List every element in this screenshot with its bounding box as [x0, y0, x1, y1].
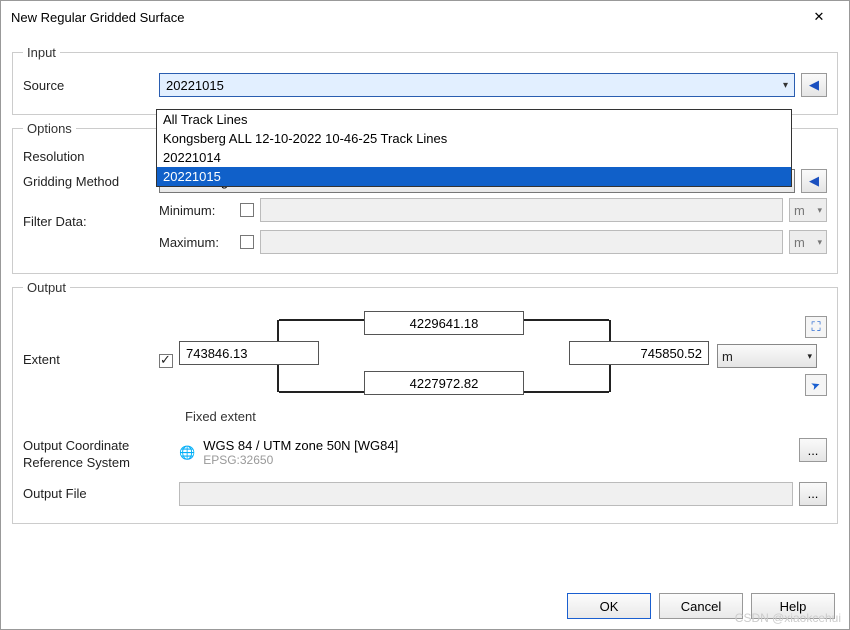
- extent-south-input[interactable]: 4227972.82: [364, 371, 524, 395]
- dropdown-arrow-icon: ▾: [807, 351, 812, 362]
- dropdown-item-selected[interactable]: 20221015: [157, 167, 791, 186]
- extent-unit-combo[interactable]: m ▾: [717, 344, 817, 368]
- extent-north-input[interactable]: 4229641.18: [364, 311, 524, 335]
- unit-label: m: [794, 203, 805, 218]
- crs-code: EPSG:32650: [203, 453, 398, 467]
- max-unit-combo[interactable]: m ▾: [789, 230, 827, 254]
- extent-west-input[interactable]: 743846.13: [179, 341, 319, 365]
- filter-min-row: Filter Data: Minimum: m ▾ Maximum:: [23, 198, 827, 254]
- crs-label-line1: Output Coordinate: [23, 438, 173, 455]
- dropdown-arrow-icon: ▾: [817, 237, 822, 248]
- dots-icon: ...: [808, 486, 819, 501]
- close-button[interactable]: ✕: [799, 2, 839, 32]
- extent-checkbox[interactable]: [159, 354, 173, 368]
- source-picker-button[interactable]: ◀: [801, 73, 827, 97]
- close-icon: ✕: [814, 9, 825, 25]
- source-value: 20221015: [166, 78, 224, 93]
- max-input[interactable]: [260, 230, 783, 254]
- window-title: New Regular Gridded Surface: [11, 10, 799, 25]
- output-legend: Output: [23, 280, 70, 295]
- min-input[interactable]: [260, 198, 783, 222]
- output-file-label: Output File: [23, 486, 173, 501]
- max-checkbox[interactable]: [240, 235, 254, 249]
- max-label: Maximum:: [159, 235, 234, 250]
- dropdown-arrow-icon: ▾: [817, 205, 822, 216]
- help-button[interactable]: Help: [751, 593, 835, 619]
- crs-value-block: 🌐 WGS 84 / UTM zone 50N [WG84] EPSG:3265…: [179, 438, 793, 467]
- output-group: Output Extent 4229641.18 743846.13: [12, 280, 838, 524]
- output-file-input[interactable]: [179, 482, 793, 506]
- source-label: Source: [23, 78, 153, 93]
- dropdown-item[interactable]: Kongsberg ALL 12-10-2022 10-46-25 Track …: [157, 129, 791, 148]
- crs-row: Output Coordinate Reference System 🌐 WGS…: [23, 438, 827, 472]
- fixed-extent-row: Fixed extent: [23, 409, 827, 424]
- extent-label: Extent: [23, 308, 153, 367]
- crs-name: WGS 84 / UTM zone 50N [WG84]: [203, 438, 398, 453]
- fixed-extent-label: Fixed extent: [185, 409, 256, 424]
- unit-label: m: [794, 235, 805, 250]
- input-group: Input Source 20221015 ▾ ◀: [12, 45, 838, 115]
- ok-button[interactable]: OK: [567, 593, 651, 619]
- dialog-window: New Regular Gridded Surface ✕ Input Sour…: [0, 0, 850, 630]
- min-unit-combo[interactable]: m ▾: [789, 198, 827, 222]
- unit-label: m: [722, 349, 733, 364]
- pick-extent-button[interactable]: ➤: [805, 374, 827, 396]
- button-bar: OK Cancel Help: [567, 593, 835, 619]
- options-legend: Options: [23, 121, 76, 136]
- output-file-browse-button[interactable]: ...: [799, 482, 827, 506]
- source-row: Source 20221015 ▾ ◀: [23, 73, 827, 97]
- source-dropdown-list[interactable]: All Track Lines Kongsberg ALL 12-10-2022…: [156, 109, 792, 187]
- input-legend: Input: [23, 45, 60, 60]
- titlebar: New Regular Gridded Surface ✕: [1, 1, 849, 33]
- expand-extent-button[interactable]: ⛶: [805, 316, 827, 338]
- left-triangle-icon: ◀: [809, 77, 819, 93]
- extent-row: Extent 4229641.18 743846.13 745850.52: [23, 308, 827, 404]
- resolution-label: Resolution: [23, 149, 153, 164]
- cancel-button[interactable]: Cancel: [659, 593, 743, 619]
- cursor-icon: ➤: [809, 377, 822, 392]
- gridding-label: Gridding Method: [23, 174, 153, 189]
- dropdown-item[interactable]: 20221014: [157, 148, 791, 167]
- crs-browse-button[interactable]: ...: [799, 438, 827, 462]
- min-checkbox[interactable]: [240, 203, 254, 217]
- expand-icon: ⛶: [811, 319, 820, 335]
- left-triangle-icon: ◀: [809, 173, 819, 189]
- source-combobox[interactable]: 20221015 ▾: [159, 73, 795, 97]
- filter-label: Filter Data:: [23, 198, 153, 229]
- dots-icon: ...: [808, 443, 819, 458]
- gridding-picker-button[interactable]: ◀: [801, 169, 827, 193]
- extent-east-input[interactable]: 745850.52: [569, 341, 709, 365]
- crs-label-line2: Reference System: [23, 455, 173, 472]
- dropdown-arrow-icon: ▾: [783, 80, 788, 91]
- dropdown-item[interactable]: All Track Lines: [157, 110, 791, 129]
- globe-icon: 🌐: [179, 445, 195, 461]
- extent-diagram: 4229641.18 743846.13 745850.52 4227972.8…: [179, 308, 709, 404]
- output-file-row: Output File ...: [23, 482, 827, 506]
- min-label: Minimum:: [159, 203, 234, 218]
